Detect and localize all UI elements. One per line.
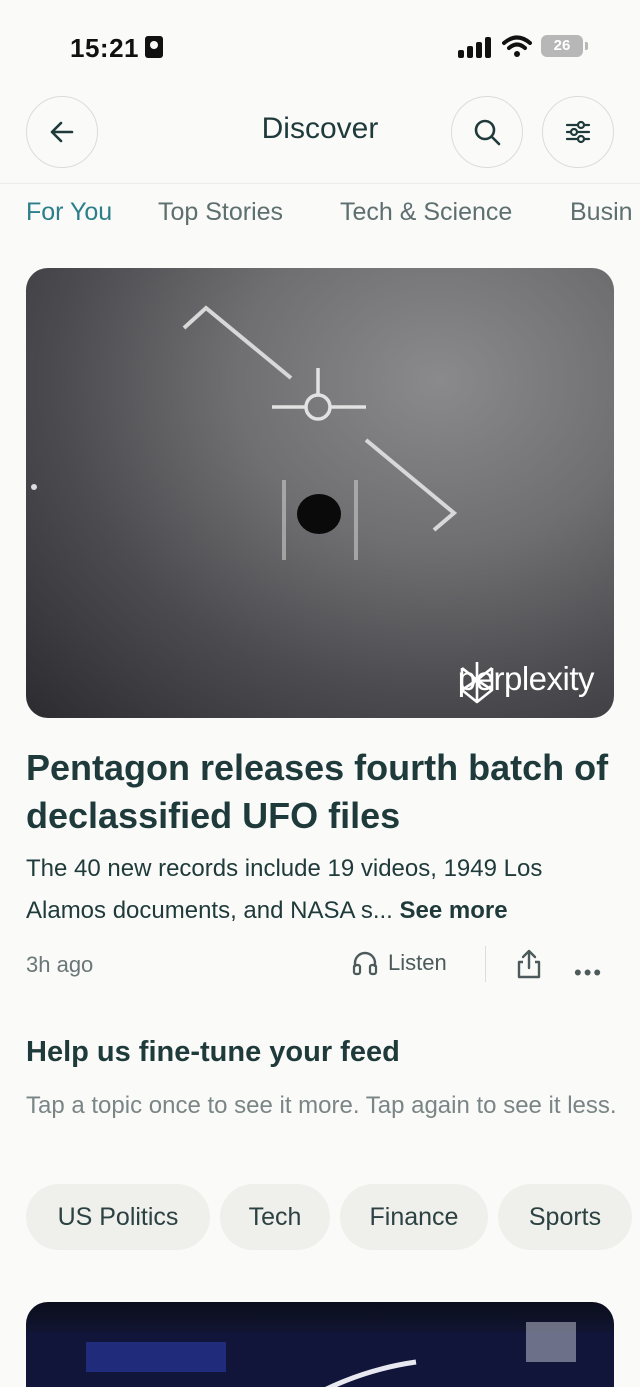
share-icon[interactable]: [514, 948, 544, 980]
article-summary: The 40 new records include 19 videos, 19…: [26, 848, 616, 932]
listen-label: Listen: [388, 950, 447, 975]
tab-tech-science[interactable]: Tech & Science: [340, 198, 512, 227]
filter-button[interactable]: [542, 96, 614, 168]
article-headline[interactable]: Pentagon releases fourth batch of declas…: [26, 744, 616, 840]
ufo-footage-graphic: [31, 305, 458, 560]
sliders-icon: [565, 120, 591, 144]
perplexity-logo-icon: [460, 662, 494, 704]
article-image[interactable]: perplexity: [26, 268, 614, 718]
cellular-signal-icon: [458, 36, 492, 58]
topic-chip-finance[interactable]: Finance: [340, 1184, 488, 1250]
wifi-icon: [502, 35, 532, 57]
topic-chip-tech[interactable]: Tech: [220, 1184, 330, 1250]
topic-tabs: For You Top Stories Tech & Science Busin: [0, 184, 640, 242]
next-article-graphic: [26, 1322, 614, 1387]
listen-button[interactable]: Listen: [352, 950, 447, 976]
screen-lock-icon: [145, 36, 163, 58]
discover-header: Discover: [0, 92, 640, 184]
feed-tune-title: Help us fine-tune your feed: [26, 1036, 400, 1068]
topic-chip-sports[interactable]: Sports: [498, 1184, 632, 1250]
topic-chip-us-politics[interactable]: US Politics: [26, 1184, 210, 1250]
status-time: 15:21: [70, 33, 139, 63]
article-timestamp: 3h ago: [26, 952, 94, 977]
see-more-link[interactable]: See more: [400, 897, 508, 924]
battery-tip: [585, 42, 588, 50]
feed-tune-subtitle: Tap a topic once to see it more. Tap aga…: [26, 1092, 617, 1119]
status-bar: 15:21 26: [0, 0, 640, 92]
perplexity-brand: perplexity: [458, 660, 595, 704]
tab-top-stories[interactable]: Top Stories: [158, 198, 283, 227]
more-options-button[interactable]: •••: [574, 960, 603, 986]
search-button[interactable]: [451, 96, 523, 168]
tab-for-you[interactable]: For You: [26, 198, 112, 227]
action-divider: [485, 946, 486, 982]
headphones-icon: [352, 951, 378, 976]
search-icon: [474, 119, 501, 146]
tab-business[interactable]: Busin: [570, 198, 633, 227]
next-article-image[interactable]: [26, 1302, 614, 1387]
battery-indicator: 26: [541, 35, 583, 57]
